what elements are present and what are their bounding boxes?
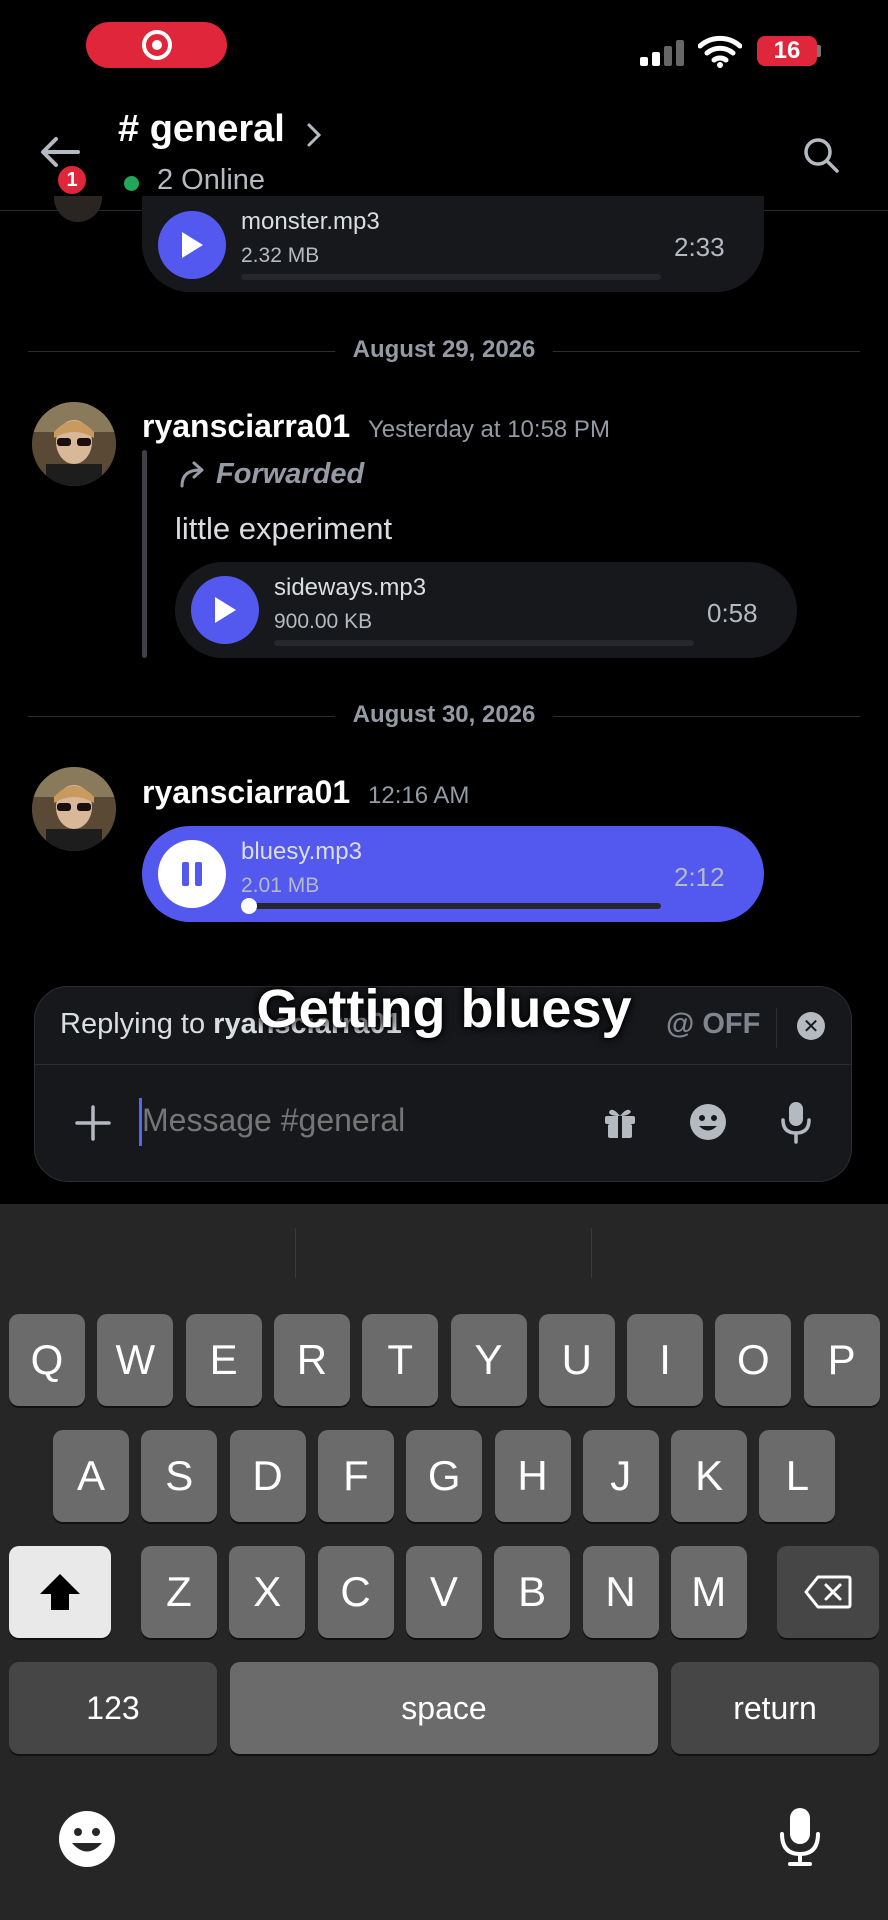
emoji-keyboard-icon[interactable] (58, 1810, 116, 1868)
microphone-icon[interactable] (778, 1100, 814, 1144)
key-i[interactable]: I (627, 1314, 704, 1406)
forward-arrow-icon (180, 461, 204, 488)
audio-progress-track[interactable] (274, 640, 694, 646)
battery-indicator: 16 (757, 36, 817, 66)
wifi-icon (698, 35, 742, 68)
forwarded-label: Forwarded (216, 458, 365, 490)
search-icon[interactable] (802, 136, 840, 174)
composer-separator (34, 1064, 852, 1065)
audio-duration: 2:33 (674, 232, 725, 262)
battery-tip (817, 45, 821, 57)
plus-icon[interactable] (74, 1104, 112, 1142)
message-author[interactable]: ryansciarra01 (142, 774, 350, 811)
unread-badge: 1 (55, 163, 89, 197)
key-z[interactable]: Z (141, 1546, 217, 1638)
audio-progress-track[interactable] (241, 274, 661, 280)
avatar-partial (54, 196, 102, 222)
key-n[interactable]: N (582, 1546, 659, 1638)
suggestion-separator (591, 1228, 592, 1278)
channel-title[interactable]: # general (118, 108, 285, 151)
key-b[interactable]: B (494, 1546, 571, 1638)
cellular-signal-icon (640, 40, 686, 66)
key-y[interactable]: Y (450, 1314, 527, 1406)
shift-icon (40, 1574, 80, 1610)
numbers-key[interactable]: 123 (9, 1662, 217, 1754)
key-c[interactable]: C (317, 1546, 394, 1638)
shift-key[interactable] (9, 1546, 111, 1638)
key-a[interactable]: A (53, 1430, 129, 1522)
chevron-right-icon (307, 123, 322, 147)
audio-progress-track[interactable] (241, 903, 661, 909)
message-input[interactable] (142, 1102, 572, 1139)
audio-filesize: 2.32 MB (241, 244, 320, 267)
audio-filename: sideways.mp3 (274, 574, 427, 601)
key-w[interactable]: W (97, 1314, 174, 1406)
gift-icon[interactable] (602, 1104, 638, 1140)
date-divider: August 29, 2026 (0, 336, 888, 364)
key-v[interactable]: V (405, 1546, 482, 1638)
key-q[interactable]: Q (9, 1314, 85, 1406)
key-g[interactable]: G (406, 1430, 483, 1522)
key-d[interactable]: D (229, 1430, 306, 1522)
pause-icon (182, 862, 202, 886)
play-button[interactable] (191, 576, 259, 644)
key-h[interactable]: H (494, 1430, 571, 1522)
key-r[interactable]: R (273, 1314, 350, 1406)
key-t[interactable]: T (362, 1314, 439, 1406)
space-key[interactable]: space (230, 1662, 658, 1754)
key-o[interactable]: O (715, 1314, 792, 1406)
key-f[interactable]: F (317, 1430, 394, 1522)
play-icon (182, 232, 203, 258)
record-icon (141, 30, 172, 60)
key-x[interactable]: X (229, 1546, 306, 1638)
key-l[interactable]: L (759, 1430, 836, 1522)
backspace-icon (804, 1575, 852, 1609)
key-u[interactable]: U (538, 1314, 615, 1406)
key-k[interactable]: K (671, 1430, 748, 1522)
message-text: little experiment (175, 511, 393, 546)
key-m[interactable]: M (670, 1546, 747, 1638)
message-timestamp: Yesterday at 10:58 PM (368, 416, 610, 443)
date-divider: August 30, 2026 (0, 701, 888, 729)
emoji-icon[interactable] (688, 1102, 728, 1142)
play-button[interactable] (158, 211, 226, 279)
audio-filesize: 2.01 MB (241, 874, 320, 897)
dictation-mic-icon[interactable] (778, 1806, 822, 1868)
key-p[interactable]: P (803, 1314, 880, 1406)
audio-filesize: 900.00 KB (274, 610, 373, 633)
key-e[interactable]: E (185, 1314, 262, 1406)
forward-quote-bar (142, 450, 147, 658)
play-icon (215, 597, 236, 623)
avatar[interactable] (32, 402, 116, 486)
suggestion-separator (295, 1228, 296, 1278)
key-s[interactable]: S (141, 1430, 218, 1522)
audio-duration: 2:12 (674, 862, 725, 892)
audio-filename: bluesy.mp3 (241, 838, 362, 865)
pause-button[interactable] (158, 840, 226, 908)
online-status-dot (124, 176, 139, 191)
message-author[interactable]: ryansciarra01 (142, 408, 350, 445)
message-timestamp: 12:16 AM (368, 782, 470, 809)
video-caption: Getting bluesy (256, 979, 632, 1039)
backspace-key[interactable] (777, 1546, 879, 1638)
avatar[interactable] (32, 767, 116, 851)
key-j[interactable]: J (582, 1430, 659, 1522)
audio-filename: monster.mp3 (241, 208, 380, 235)
return-key[interactable]: return (671, 1662, 879, 1754)
audio-duration: 0:58 (707, 598, 758, 628)
screen-recording-indicator[interactable] (86, 22, 227, 68)
online-count: 2 Online (157, 164, 266, 196)
